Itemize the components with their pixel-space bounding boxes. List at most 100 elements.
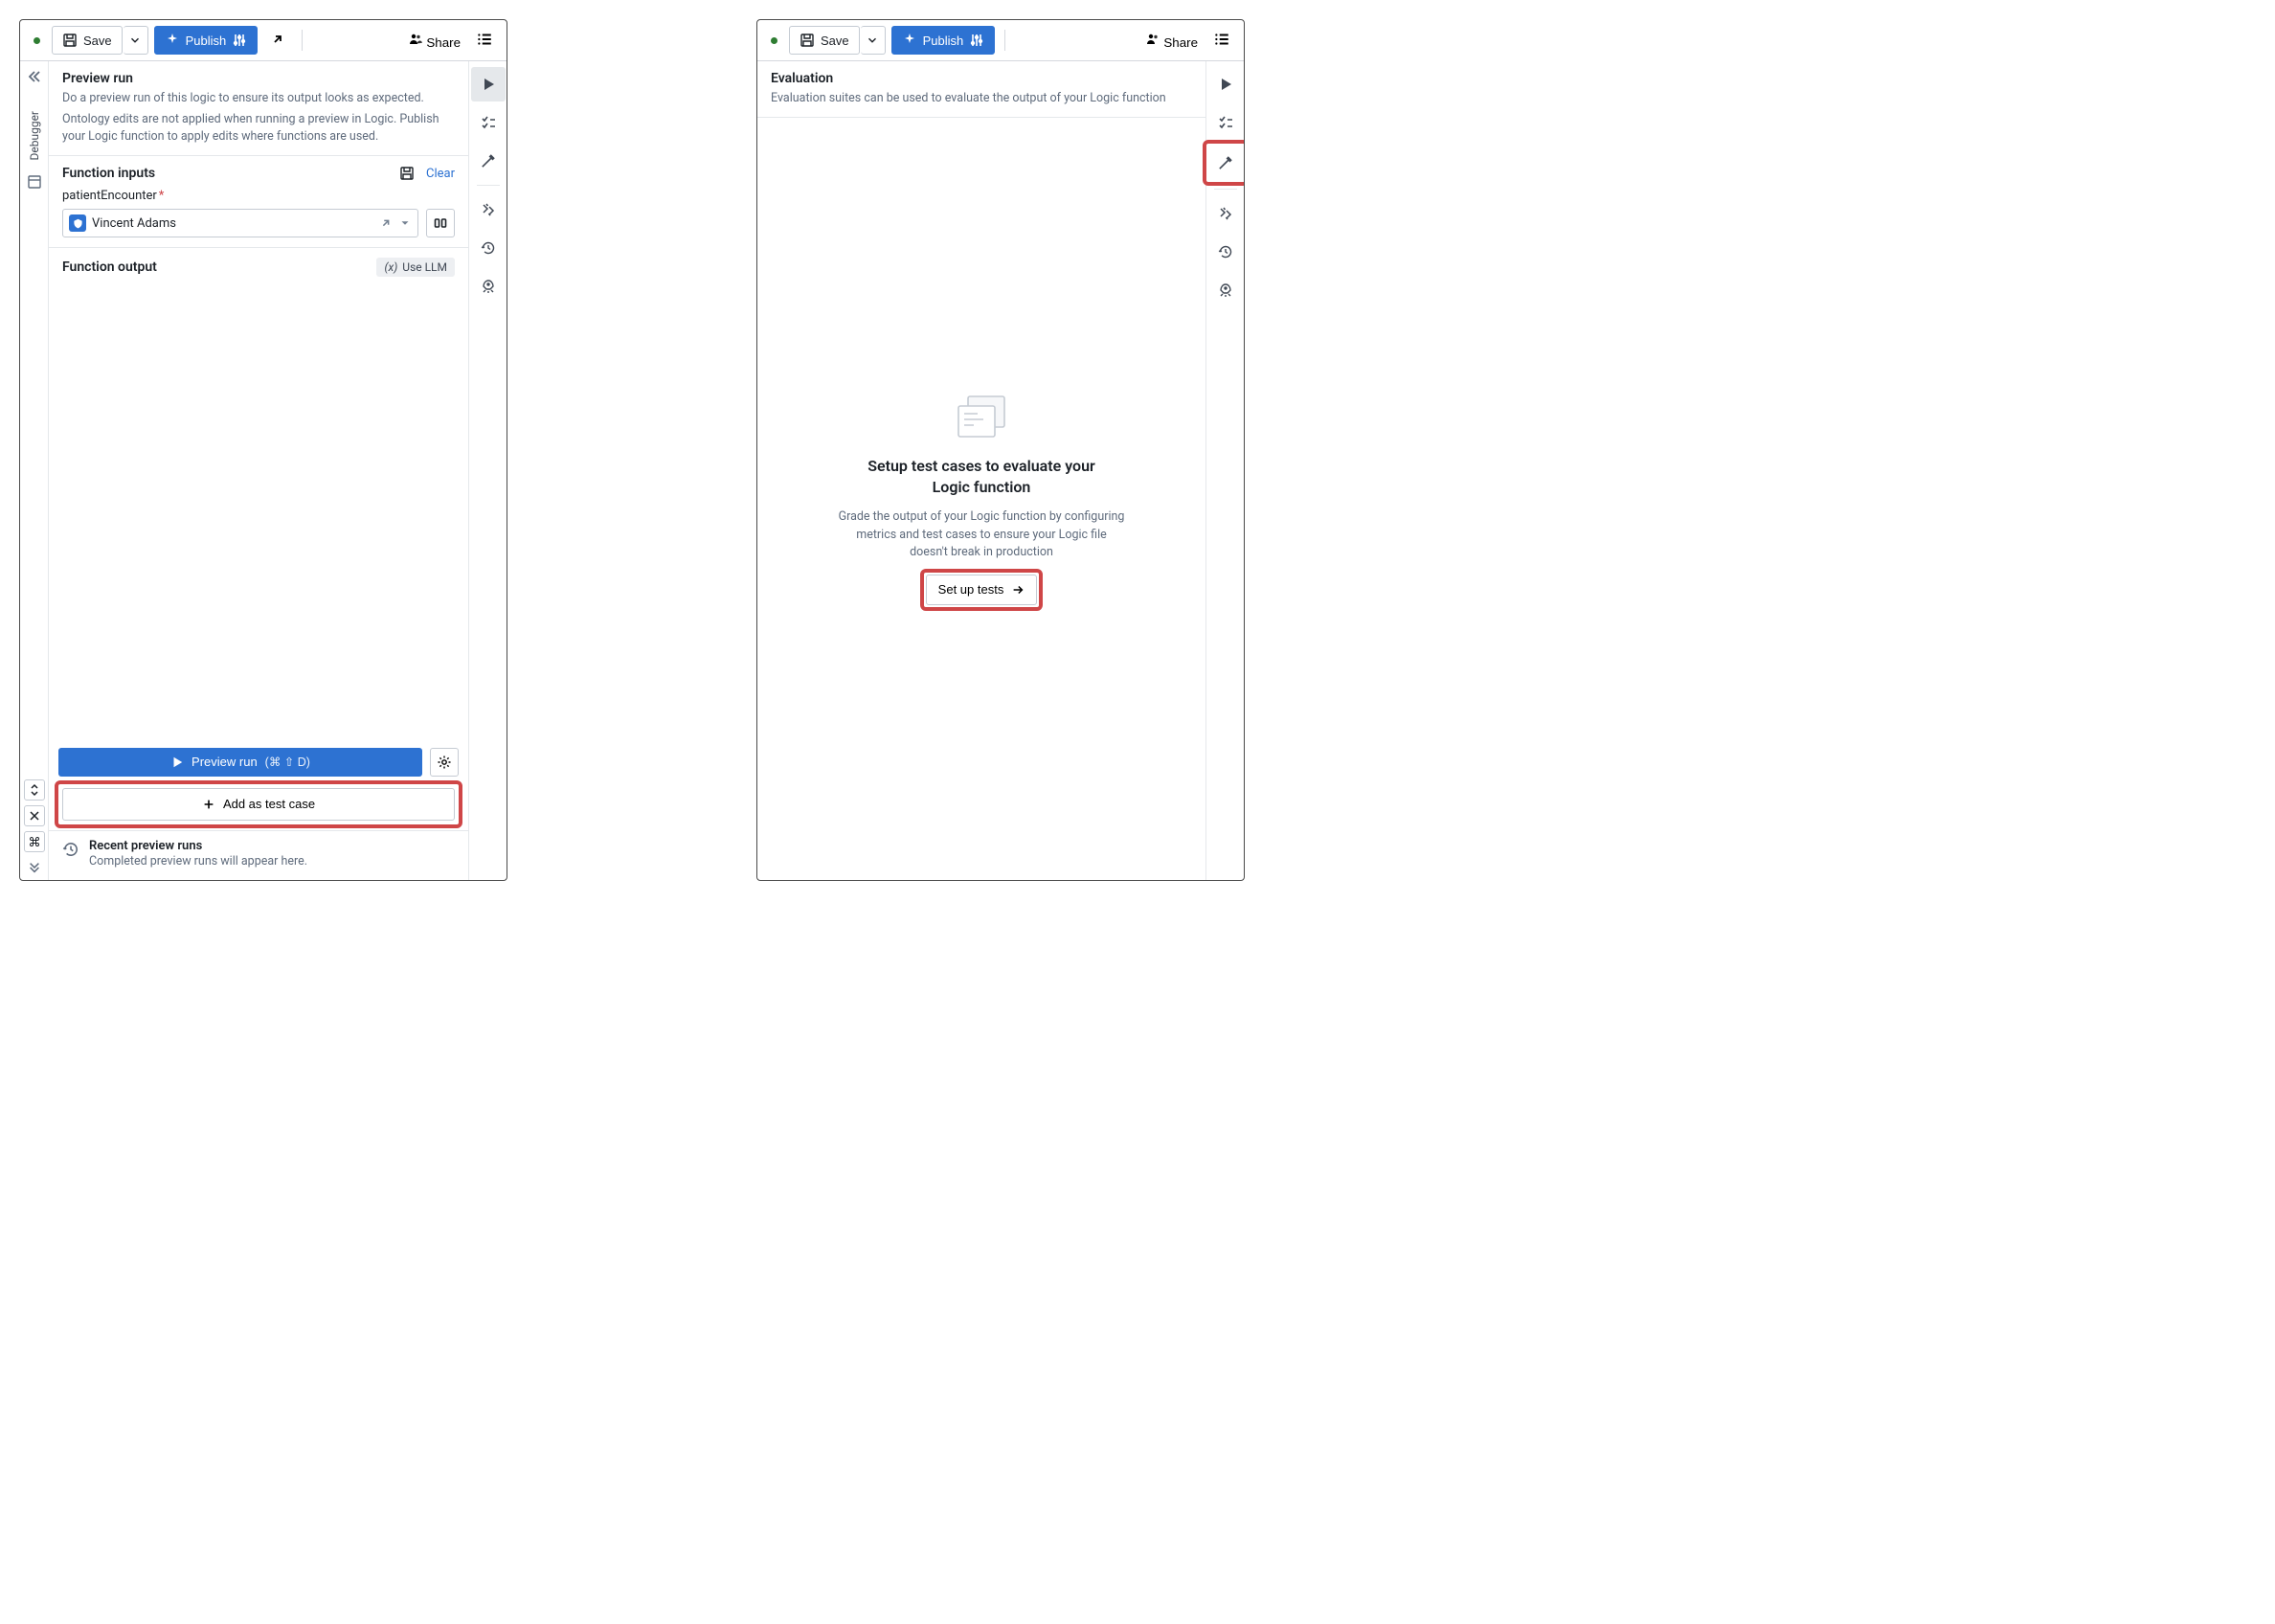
empty-state-title: Setup test cases to evaluate your Logic … (847, 456, 1115, 497)
rocket-icon (481, 279, 496, 294)
input-value: Vincent Adams (92, 216, 176, 231)
collapse-left-icon[interactable] (27, 69, 42, 84)
left-rail: Debugger (20, 61, 49, 880)
save-icon (62, 33, 78, 48)
publish-sparkle-icon (902, 33, 917, 48)
caret-down-icon[interactable] (398, 216, 412, 230)
rail-variables-tab[interactable] (1208, 196, 1243, 231)
evaluation-desc: Evaluation suites can be used to evaluat… (771, 90, 1192, 107)
evaluation-empty-state: Setup test cases to evaluate your Logic … (757, 118, 1205, 880)
input-extra-button[interactable] (426, 209, 455, 237)
preview-run-shortcut: (⌘ ⇧ D) (265, 755, 310, 769)
variables-icon (1218, 206, 1233, 221)
save-more-button[interactable] (124, 26, 148, 55)
empty-state-illustration (951, 391, 1012, 444)
share-button[interactable]: Share (404, 32, 464, 50)
evaluation-panel: Save Publish Share Evaluation Evaluation… (756, 19, 1245, 881)
rail-evaluation-tab[interactable] (471, 144, 506, 178)
close-rail-button[interactable] (24, 805, 45, 826)
top-toolbar: Save Publish Share (20, 20, 507, 61)
command-button[interactable] (24, 831, 45, 852)
preview-run-panel: Save Publish Share Debugger (19, 19, 507, 881)
save-label: Save (821, 34, 849, 48)
preview-run-desc2: Ontology edits are not applied when runn… (62, 111, 455, 146)
save-button[interactable]: Save (52, 26, 123, 55)
rail-variables-tab[interactable] (471, 192, 506, 227)
input-field-label: patientEncounter* (62, 189, 455, 203)
save-icon (800, 33, 815, 48)
people-icon (1145, 32, 1160, 47)
patient-encounter-input[interactable]: Vincent Adams (62, 209, 418, 237)
rail-deploy-tab[interactable] (471, 269, 506, 304)
checklist-icon (481, 115, 496, 130)
recent-sub: Completed preview runs will appear here. (89, 853, 307, 870)
publish-label: Publish (923, 34, 964, 48)
collapse-down-icon[interactable] (28, 861, 41, 874)
command-icon (29, 836, 40, 847)
rail-run-tab[interactable] (471, 67, 506, 102)
required-star: * (159, 189, 165, 203)
people-icon (408, 32, 423, 47)
function-output-section: Function output (x) Use LLM (49, 248, 468, 286)
add-as-test-case-button[interactable]: Add as test case (62, 788, 455, 821)
rail-deploy-tab[interactable] (1208, 273, 1243, 307)
save-label: Save (83, 34, 112, 48)
evaluation-header: Evaluation Evaluation suites can be used… (757, 61, 1205, 117)
rail-checklist-tab[interactable] (471, 105, 506, 140)
save-button[interactable]: Save (789, 26, 860, 55)
arrow-up-right-icon[interactable] (379, 216, 393, 230)
use-llm-chip[interactable]: (x) Use LLM (376, 258, 455, 277)
rail-evaluation-tab[interactable] (1208, 146, 1243, 180)
hammer-icon (1217, 154, 1234, 171)
status-indicator-dot (771, 37, 777, 44)
preview-run-header: Preview run Do a preview run of this log… (49, 61, 468, 155)
play-icon (170, 756, 184, 769)
top-toolbar: Save Publish Share (757, 20, 1244, 61)
rail-history-tab[interactable] (1208, 235, 1243, 269)
recent-preview-runs: Recent preview runs Completed preview ru… (49, 831, 468, 880)
publish-button[interactable]: Publish (154, 26, 259, 55)
history-icon (62, 841, 79, 858)
toc-button[interactable] (1207, 31, 1236, 51)
arrow-right-icon (1011, 583, 1025, 597)
play-icon (481, 77, 496, 92)
share-button[interactable]: Share (1141, 32, 1202, 50)
play-icon (1218, 77, 1233, 92)
resize-updown-button[interactable] (24, 779, 45, 801)
empty-state-sub: Grade the output of your Logic function … (838, 508, 1125, 560)
rocket-icon (1218, 282, 1233, 298)
rail-run-tab[interactable] (1208, 67, 1243, 102)
x-icon (30, 811, 39, 821)
status-indicator-dot (34, 37, 40, 44)
clear-inputs-link[interactable]: Clear (426, 167, 455, 181)
toc-button[interactable] (470, 31, 499, 51)
debugger-rail-label[interactable]: Debugger (28, 111, 41, 161)
chevron-down-icon (128, 34, 142, 47)
panel-resize-icon (433, 215, 448, 231)
checklist-icon (1218, 115, 1233, 130)
open-external-button[interactable] (263, 32, 292, 50)
toolbar-separator (1004, 30, 1005, 51)
run-settings-button[interactable] (430, 748, 459, 777)
variables-icon (481, 202, 496, 217)
sliders-icon (969, 33, 984, 48)
panel-icon[interactable] (27, 174, 42, 190)
rail-checklist-tab[interactable] (1208, 105, 1243, 140)
publish-label: Publish (186, 34, 227, 48)
toolbar-separator (302, 30, 303, 51)
save-inputs-icon[interactable] (399, 166, 415, 181)
hammer-icon (480, 152, 497, 169)
rail-history-tab[interactable] (471, 231, 506, 265)
save-more-button[interactable] (861, 26, 886, 55)
publish-button[interactable]: Publish (891, 26, 996, 55)
preview-run-button[interactable]: Preview run (⌘ ⇧ D) (58, 748, 422, 777)
recent-title: Recent preview runs (89, 839, 307, 853)
right-rail (1205, 61, 1244, 880)
chevron-updown-icon (30, 783, 39, 797)
list-icon (1213, 31, 1230, 48)
history-icon (481, 240, 496, 256)
setup-tests-button[interactable]: Set up tests (926, 575, 1038, 605)
function-inputs-title: Function inputs (62, 166, 155, 181)
preview-run-desc1: Do a preview run of this logic to ensure… (62, 90, 455, 107)
action-bar: Preview run (⌘ ⇧ D) Add as test case (49, 742, 468, 830)
